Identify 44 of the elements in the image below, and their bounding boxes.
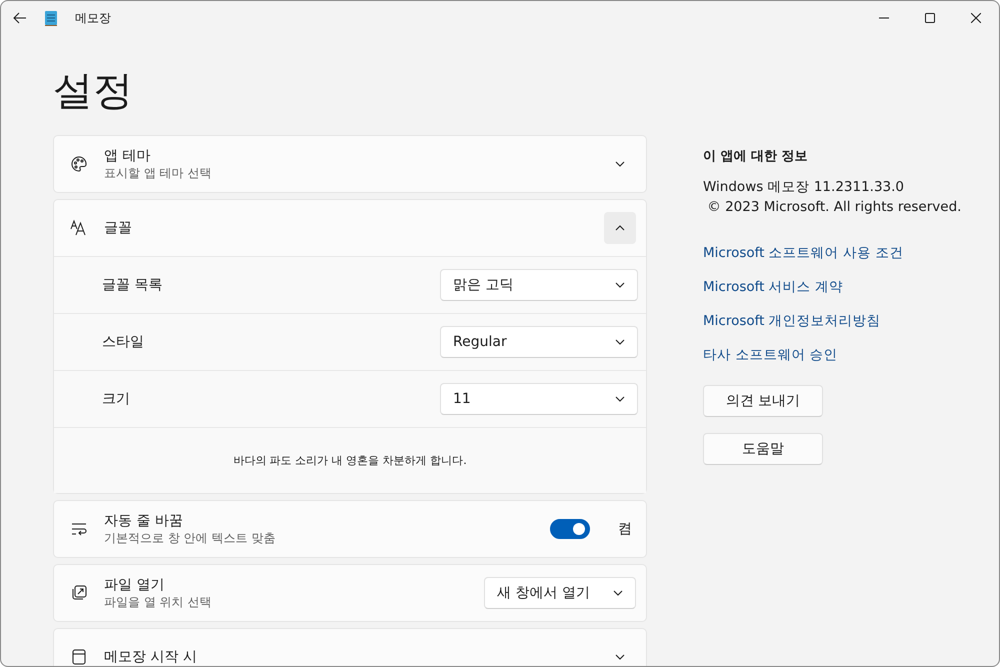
action-button[interactable]: 도움말 — [703, 433, 823, 465]
copyright-text: © 2023 Microsoft. All rights reserved. — [706, 198, 962, 217]
dropdown[interactable]: 새 창에서 열기 — [484, 577, 636, 609]
dropdown[interactable]: Regular — [440, 326, 638, 358]
chevron-down-icon — [613, 588, 623, 598]
notepad-app-icon — [45, 10, 57, 26]
chevron-down-icon — [615, 394, 625, 404]
action-button[interactable]: 의견 보내기 — [703, 385, 823, 417]
dropdown[interactable]: 11 — [440, 383, 638, 415]
link[interactable]: Microsoft 서비스 계약 — [703, 277, 963, 297]
close-icon — [971, 13, 981, 23]
preview-text: 바다의 파도 소리가 내 영혼을 차분하게 합니다. — [233, 453, 467, 468]
open-window-icon — [70, 584, 88, 602]
setting-title: 메모장 시작 시 — [104, 648, 198, 666]
toggle-state-label: 켬 — [618, 520, 632, 538]
setting-description: 기본적으로 창 안에 텍스트 맞춤 — [104, 530, 276, 546]
page-heading: 설정 — [53, 67, 134, 116]
chevron-down-icon — [615, 652, 625, 662]
setting-title: 앱 테마 — [104, 146, 152, 164]
link[interactable]: Microsoft 개인정보처리방침 — [703, 311, 963, 331]
about-heading: 이 앱에 대한 정보 — [703, 148, 809, 165]
link[interactable]: 타사 소프트웨어 승인 — [703, 345, 963, 365]
setting-title: 글꼴 — [104, 219, 133, 237]
dropdown[interactable]: 맑은 고딕 — [440, 269, 638, 301]
chevron-down-icon — [615, 159, 625, 169]
setting-title: 파일 열기 — [104, 576, 166, 594]
palette-icon — [70, 155, 88, 173]
version-text: Windows 메모장 11.2311.33.0 — [703, 178, 906, 197]
link[interactable]: Microsoft 소프트웨어 사용 조건 — [703, 243, 963, 263]
toggle-switch[interactable] — [550, 519, 590, 539]
back-arrow-icon[interactable] — [13, 11, 27, 25]
chevron-down-icon — [615, 337, 625, 347]
maximize-icon — [925, 13, 935, 23]
setting-title: 자동 줄 바꿈 — [104, 512, 184, 530]
chevron-up-icon — [615, 223, 625, 233]
font-size-icon — [70, 219, 88, 237]
window-title: 메모장 — [75, 10, 111, 26]
chevron-down-icon — [615, 280, 625, 290]
setting-description: 표시할 앱 테마 선택 — [104, 164, 212, 182]
setting-label: 글꼴 목록 — [102, 276, 164, 294]
setting-label: 크기 — [102, 390, 131, 408]
setting-label: 스타일 — [102, 333, 145, 351]
notepad-icon — [70, 648, 88, 666]
setting-description: 파일을 열 위치 선택 — [104, 594, 212, 610]
